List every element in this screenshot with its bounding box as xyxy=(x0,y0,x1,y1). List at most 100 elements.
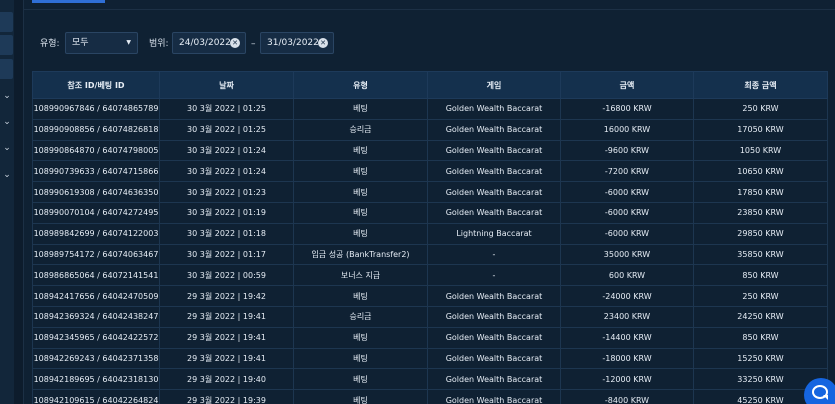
final-amount-cell: 35850 KRW xyxy=(693,243,828,266)
table-row: 108986865064 / 64072141541 30 3월 2022 | 0… xyxy=(32,264,828,287)
date-header: 날짜 xyxy=(159,71,294,99)
type-filter-label: 유형: xyxy=(40,39,60,49)
table-row: 108989754172 / 64074063467 30 3월 2022 | 0… xyxy=(32,243,828,266)
type-cell: 베팅 xyxy=(293,139,428,162)
table-row: 108990070104 / 64074272495 30 3월 2022 | 0… xyxy=(32,201,828,224)
date-to-value: 31/03/2022 xyxy=(267,38,319,48)
game-cell: Golden Wealth Baccarat xyxy=(427,368,561,391)
ref-id-cell: 108942417656 / 64042470509 xyxy=(32,285,160,307)
chevron-down-icon[interactable]: ⌄ xyxy=(2,90,12,102)
ref-id-cell: 108942345965 / 64042422572 xyxy=(32,326,160,349)
range-filter-label: 범위: xyxy=(149,39,169,49)
final-amount-cell: 24250 KRW xyxy=(693,305,828,328)
amount-cell: 16000 KRW xyxy=(560,118,694,141)
sidebar-item[interactable] xyxy=(0,12,13,32)
table-row: 108942369324 / 64042438247 29 3월 2022 | 1… xyxy=(32,305,828,328)
ref-id-cell: 108990739633 / 64074715866 xyxy=(32,160,160,183)
ref-id-cell: 108990070104 / 64074272495 xyxy=(32,201,160,224)
type-cell: 베팅 xyxy=(293,326,428,349)
table-row: 108942189695 / 64042318130 29 3월 2022 | 1… xyxy=(32,368,828,391)
ref-id-cell: 108990908856 / 64074826818 xyxy=(32,118,160,141)
ref-id-cell: 108942189695 / 64042318130 xyxy=(32,368,160,391)
game-cell: Lightning Baccarat xyxy=(427,222,561,245)
sidebar: ⌄ ⌄ ⌄ ⌄ xyxy=(0,0,14,404)
amount-cell: -12000 KRW xyxy=(560,368,694,391)
type-cell: 베팅 xyxy=(293,285,428,307)
type-cell: 베팅 xyxy=(293,222,428,245)
date-cell: 29 3월 2022 | 19:41 xyxy=(159,347,294,370)
table-row: 108990967846 / 64074865789 30 3월 2022 | 0… xyxy=(32,98,828,120)
table-row: 108989842699 / 64074122003 30 3월 2022 | 0… xyxy=(32,222,828,245)
ref-id-header: 참조 ID/베팅 ID xyxy=(32,71,160,99)
game-cell: Golden Wealth Baccarat xyxy=(427,305,561,328)
chevron-down-icon[interactable]: ⌄ xyxy=(2,169,12,181)
table-row: 108942417656 / 64042470509 29 3월 2022 | 1… xyxy=(32,285,828,307)
type-select[interactable]: 모두 ▼ xyxy=(65,32,138,54)
date-cell: 30 3월 2022 | 01:23 xyxy=(159,181,294,203)
final-amount-cell: 1050 KRW xyxy=(693,139,828,162)
type-cell: 입금 성공 (BankTransfer2) xyxy=(293,243,428,266)
amount-cell: -9600 KRW xyxy=(560,139,694,162)
game-cell: Golden Wealth Baccarat xyxy=(427,181,561,203)
ref-id-cell: 108942109615 / 64042264824 xyxy=(32,389,160,404)
date-cell: 30 3월 2022 | 01:24 xyxy=(159,160,294,183)
amount-cell: 23400 KRW xyxy=(560,305,694,328)
date-cell: 30 3월 2022 | 01:25 xyxy=(159,118,294,141)
active-tab-indicator xyxy=(32,0,105,3)
clear-date-from-icon[interactable]: ✕ xyxy=(230,38,240,48)
final-amount-cell: 23850 KRW xyxy=(693,201,828,224)
date-cell: 30 3월 2022 | 01:24 xyxy=(159,139,294,162)
amount-cell: 35000 KRW xyxy=(560,243,694,266)
type-cell: 베팅 xyxy=(293,347,428,370)
game-cell: Golden Wealth Baccarat xyxy=(427,201,561,224)
game-cell: Golden Wealth Baccarat xyxy=(427,326,561,349)
type-cell: 베팅 xyxy=(293,160,428,183)
final-amount-cell: 29850 KRW xyxy=(693,222,828,245)
table-row: 108942269243 / 64042371358 29 3월 2022 | 1… xyxy=(32,347,828,370)
final-amount-header: 최종 금액 xyxy=(693,71,828,99)
table-header-row: 참조 ID/베팅 ID 날짜 유형 게임 금액 최종 금액 xyxy=(32,71,828,99)
game-cell: Golden Wealth Baccarat xyxy=(427,160,561,183)
ref-id-cell: 108990967846 / 64074865789 xyxy=(32,98,160,120)
game-cell: Golden Wealth Baccarat xyxy=(427,98,561,120)
amount-cell: -18000 KRW xyxy=(560,347,694,370)
date-range-separator: – xyxy=(251,39,256,49)
table-row: 108942345965 / 64042422572 29 3월 2022 | 1… xyxy=(32,326,828,349)
amount-cell: -8400 KRW xyxy=(560,389,694,404)
amount-header: 금액 xyxy=(560,71,694,99)
ref-id-cell: 108989842699 / 64074122003 xyxy=(32,222,160,245)
amount-cell: -6000 KRW xyxy=(560,222,694,245)
amount-cell: -6000 KRW xyxy=(560,181,694,203)
date-from-field[interactable]: 24/03/2022 ✕ xyxy=(172,32,246,54)
final-amount-cell: 250 KRW xyxy=(693,98,828,120)
type-cell: 승리금 xyxy=(293,118,428,141)
table-row: 108942109615 / 64042264824 29 3월 2022 | 1… xyxy=(32,389,828,404)
final-amount-cell: 10650 KRW xyxy=(693,160,828,183)
chat-button[interactable] xyxy=(804,378,835,404)
sidebar-item[interactable] xyxy=(0,59,13,79)
chat-bubble-tail xyxy=(823,395,828,400)
game-cell: - xyxy=(427,243,561,266)
game-cell: Golden Wealth Baccarat xyxy=(427,285,561,307)
date-cell: 30 3월 2022 | 01:17 xyxy=(159,243,294,266)
main-content: 유형: 모두 ▼ 범위: 24/03/2022 ✕ – 31/03/2022 ✕… xyxy=(24,0,835,404)
final-amount-cell: 15250 KRW xyxy=(693,347,828,370)
transactions-table: 참조 ID/베팅 ID 날짜 유형 게임 금액 최종 금액 108990967846 / … xyxy=(32,71,828,404)
chevron-down-icon[interactable]: ⌄ xyxy=(2,142,12,154)
sidebar-item[interactable] xyxy=(0,35,13,55)
table-body: 108990967846 / 64074865789 30 3월 2022 | 0… xyxy=(32,98,828,404)
ref-id-cell: 108986865064 / 64072141541 xyxy=(32,264,160,287)
amount-cell: -16800 KRW xyxy=(560,98,694,120)
clear-date-to-icon[interactable]: ✕ xyxy=(318,38,328,48)
date-cell: 30 3월 2022 | 01:19 xyxy=(159,201,294,224)
final-amount-cell: 17850 KRW xyxy=(693,181,828,203)
date-from-value: 24/03/2022 xyxy=(179,38,231,48)
date-cell: 30 3월 2022 | 01:25 xyxy=(159,98,294,120)
date-cell: 30 3월 2022 | 00:59 xyxy=(159,264,294,287)
amount-cell: -6000 KRW xyxy=(560,201,694,224)
date-cell: 29 3월 2022 | 19:40 xyxy=(159,368,294,391)
date-to-field[interactable]: 31/03/2022 ✕ xyxy=(260,32,334,54)
table-row: 108990619308 / 64074636350 30 3월 2022 | 0… xyxy=(32,181,828,203)
chevron-down-icon[interactable]: ⌄ xyxy=(2,116,12,128)
amount-cell: -7200 KRW xyxy=(560,160,694,183)
